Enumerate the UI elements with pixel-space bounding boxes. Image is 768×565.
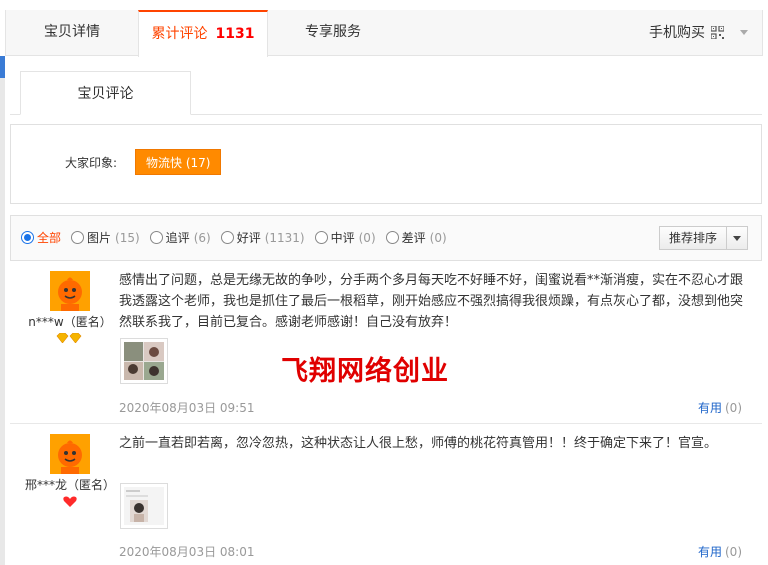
radio-icon[interactable] — [314, 231, 328, 244]
impression-tag[interactable]: 物流快 (17) — [135, 149, 222, 175]
review-photo-thumbnail[interactable] — [120, 483, 168, 529]
review-item: 邢***龙（匿名） 之前一直若即若离，忽冷忽热，这种状态让人很上愁，师傅的桃花符… — [10, 425, 762, 565]
radio-icon[interactable] — [385, 231, 399, 244]
filter-option[interactable]: 好评 (1131) — [220, 229, 305, 246]
left-strip — [0, 78, 5, 565]
useful-label: 有用 — [697, 401, 722, 415]
sub-tab-bar: 宝贝评论 — [10, 71, 762, 115]
watermark-text: 飞翔网络创业 — [281, 356, 449, 387]
useful-button[interactable]: 有用 (0) — [698, 399, 742, 416]
tab-service[interactable]: 专享服务 — [268, 10, 398, 55]
filter-label: 好评 — [236, 231, 261, 245]
useful-label: 有用 — [697, 545, 722, 559]
impressions-box: 大家印象: 物流快 (17) — [10, 124, 762, 204]
rating-filters: 全部 图片 (15) 追评 (6) 好评 (1131) 中评 (0) 差评 (0) — [21, 229, 457, 246]
filter-label: 追评 — [165, 231, 190, 245]
radio-icon[interactable] — [21, 231, 34, 244]
impressions-label: 大家印象: — [65, 156, 118, 170]
tab-product-reviews[interactable]: 宝贝评论 — [20, 71, 191, 115]
tab-reviews-label: 累计评论 — [151, 26, 208, 42]
diamond-level-icon — [56, 333, 82, 343]
chevron-down-icon — [733, 235, 741, 241]
filter-label: 图片 — [87, 231, 112, 245]
filter-count: (0) — [358, 230, 376, 245]
tab-reviews[interactable]: 累计评论 1131 — [138, 10, 268, 57]
filter-label: 全部 — [37, 231, 62, 245]
useful-count: (0) — [725, 545, 742, 559]
filter-label: 中评 — [330, 231, 355, 245]
qr-code-icon — [711, 26, 724, 39]
avatar[interactable] — [50, 434, 90, 474]
tab-reviews-count: 1131 — [215, 26, 255, 42]
sort-label: 推荐排序 — [660, 227, 727, 249]
review-text: 感情出了问题，总是无缘无故的争吵，分手两个多月每天吃不好睡不好，闺蜜说看**渐消… — [119, 273, 744, 330]
review-date: 2020年08月03日 09:51 — [119, 401, 255, 415]
reviewer-name: 邢***龙（匿名） — [24, 478, 115, 492]
left-accent-bar — [0, 56, 5, 78]
filter-count: (6) — [193, 230, 211, 245]
mobile-buy-button[interactable]: 手机购买 — [649, 10, 748, 55]
main-tab-bar: 宝贝详情 累计评论 1131 专享服务 手机购买 — [5, 10, 763, 57]
default-avatar-icon — [50, 434, 90, 474]
radio-icon[interactable] — [220, 231, 234, 244]
filter-option[interactable]: 图片 (15) — [71, 229, 140, 246]
tab-details[interactable]: 宝贝详情 — [6, 10, 138, 55]
filter-count: (15) — [115, 230, 140, 245]
chevron-down-icon — [740, 30, 748, 35]
useful-count: (0) — [725, 401, 742, 415]
sort-select[interactable]: 推荐排序 — [659, 226, 748, 250]
product-review-page: 宝贝详情 累计评论 1131 专享服务 手机购买 宝贝评论 大家印象: 物流快 (… — [0, 0, 768, 565]
review-date: 2020年08月03日 08:01 — [119, 545, 255, 559]
review-photo — [124, 487, 164, 525]
filter-count: (1131) — [264, 230, 305, 245]
reviewer-name: n***w（匿名） — [28, 315, 112, 329]
filter-option[interactable]: 追评 (6) — [149, 229, 211, 246]
review-photo — [124, 342, 164, 380]
review-item: n***w（匿名） 感情出了问题，总是无缘无故的争吵，分手两个多月每天吃不好睡不… — [10, 262, 762, 424]
heart-level-icon — [63, 496, 77, 507]
filter-count: (0) — [429, 230, 447, 245]
useful-button[interactable]: 有用 (0) — [698, 543, 742, 560]
radio-icon[interactable] — [71, 231, 85, 244]
review-filter-bar: 全部 图片 (15) 追评 (6) 好评 (1131) 中评 (0) 差评 (0) 推荐排序 — [10, 215, 762, 261]
mobile-buy-label: 手机购买 — [649, 24, 705, 41]
sort-dropdown-button[interactable] — [727, 235, 747, 241]
review-text: 之前一直若即若离，忽冷忽热，这种状态让人很上愁，师傅的桃花符真管用！！终于确定下… — [119, 436, 718, 451]
review-photo-thumbnail[interactable] — [120, 338, 168, 384]
filter-option[interactable]: 全部 — [21, 229, 61, 246]
avatar[interactable] — [50, 271, 90, 311]
default-avatar-icon — [50, 271, 90, 311]
filter-option[interactable]: 中评 (0) — [314, 229, 376, 246]
radio-icon[interactable] — [149, 231, 163, 244]
filter-label: 差评 — [401, 231, 426, 245]
filter-option[interactable]: 差评 (0) — [385, 229, 447, 246]
